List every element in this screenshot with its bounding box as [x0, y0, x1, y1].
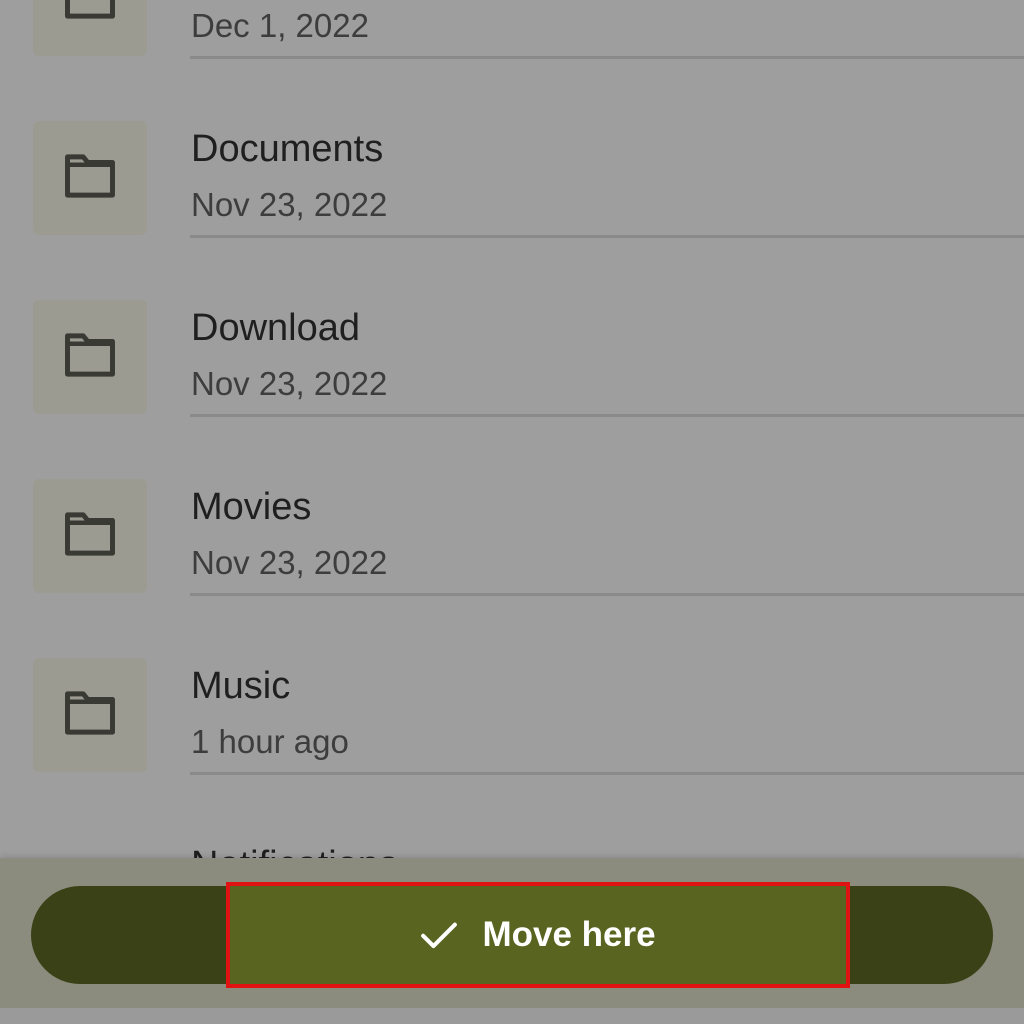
folder-thumbnail	[33, 479, 147, 593]
list-item[interactable]: Music 1 hour ago	[0, 596, 1024, 775]
folder-thumbnail	[33, 121, 147, 235]
list-item[interactable]: Movies Nov 23, 2022	[0, 417, 1024, 596]
folder-date: Nov 23, 2022	[191, 186, 388, 223]
folder-list: Dec 1, 2022 Documents Nov 23, 2022 Downl…	[0, 0, 1024, 775]
folder-date: Nov 23, 2022	[191, 365, 388, 402]
folder-date: Dec 1, 2022	[191, 7, 369, 44]
folder-icon	[65, 691, 115, 735]
move-folder-screen: Dec 1, 2022 Documents Nov 23, 2022 Downl…	[0, 0, 1024, 1024]
folder-thumbnail	[33, 658, 147, 772]
folder-name: Documents	[191, 128, 384, 170]
move-here-button[interactable]: Move here	[226, 882, 850, 988]
folder-icon	[65, 154, 115, 198]
folder-icon	[65, 333, 115, 377]
folder-icon	[65, 512, 115, 556]
folder-date: 1 hour ago	[191, 723, 349, 760]
list-item[interactable]: Documents Nov 23, 2022	[0, 59, 1024, 238]
folder-name: Music	[191, 665, 291, 707]
folder-thumbnail	[33, 0, 147, 56]
divider	[190, 772, 1024, 775]
folder-date: Nov 23, 2022	[191, 544, 388, 581]
list-item[interactable]: Download Nov 23, 2022	[0, 238, 1024, 417]
folder-name: Download	[191, 307, 360, 349]
folder-icon	[65, 0, 115, 19]
list-item[interactable]: Dec 1, 2022	[0, 0, 1024, 59]
folder-name: Movies	[191, 486, 312, 528]
folder-thumbnail	[33, 300, 147, 414]
move-here-label: Move here	[482, 915, 656, 954]
navigation-bar-strip	[0, 1008, 1024, 1024]
check-icon	[421, 922, 458, 949]
